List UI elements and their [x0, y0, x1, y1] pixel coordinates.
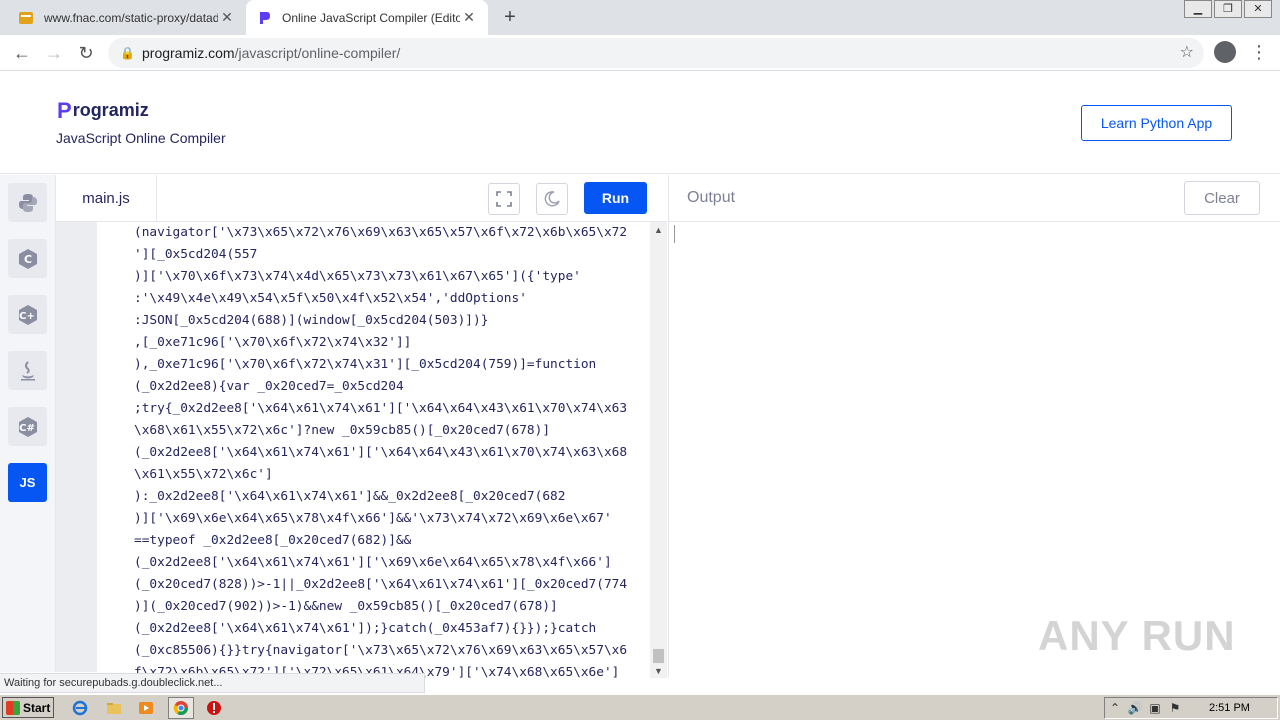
- dark-mode-moon-icon[interactable]: [536, 183, 568, 215]
- editor-scrollbar[interactable]: ▲ ▼: [650, 222, 667, 678]
- run-button[interactable]: Run: [584, 182, 647, 214]
- fullscreen-icon[interactable]: [488, 183, 520, 215]
- action-center-flag-icon[interactable]: ⚑: [1165, 701, 1185, 715]
- code-line: (_0x2d2ee8['\x64\x61\x74\x61']);}catch(_…: [134, 621, 597, 636]
- taskbar-clock: 2:51 PM: [1209, 702, 1250, 714]
- logo-mark: P: [57, 98, 72, 123]
- internet-explorer-icon[interactable]: [70, 698, 90, 718]
- start-label: Start: [23, 700, 51, 715]
- programiz-favicon-icon: [256, 10, 272, 26]
- editor-gutter: [56, 222, 97, 672]
- window-controls: ▁ ❐ ✕: [1182, 0, 1272, 18]
- url-domain: programiz.com: [142, 45, 235, 61]
- output-console[interactable]: [668, 222, 1280, 678]
- site-header: Programiz JavaScript Online Compiler Lea…: [0, 72, 1280, 174]
- browser-toolbar: ← → ↻ 🔒 programiz.com/javascript/online-…: [0, 35, 1280, 71]
- clear-button[interactable]: Clear: [1184, 181, 1260, 215]
- logo-text: rogramiz: [72, 100, 149, 120]
- code-line: (_0x2d2ee8['\x64\x61\x74\x61']['\x69\x6e…: [134, 555, 612, 570]
- windows-taskbar: Start ⌃ 🔊 ▣ ⚑ 2:51 PM: [0, 694, 1280, 720]
- close-tab-icon[interactable]: ✕: [460, 9, 478, 26]
- code-editor[interactable]: (navigator['\x73\x65\x72\x76\x69\x63\x65…: [97, 222, 650, 678]
- code-line: (_0x2d2ee8['\x64\x61\x74\x61']['\x64\x64…: [134, 445, 628, 460]
- anyrun-watermark: ANY RUN: [1038, 612, 1236, 659]
- scroll-up-arrow-icon[interactable]: ▲: [654, 225, 663, 235]
- address-bar[interactable]: 🔒 programiz.com/javascript/online-compil…: [108, 38, 1204, 68]
- code-line: ;try{_0x2d2ee8['\x64\x61\x74\x61']['\x64…: [134, 401, 628, 416]
- new-tab-button[interactable]: +: [498, 5, 522, 29]
- folder-icon[interactable]: [104, 698, 124, 718]
- back-arrow-icon[interactable]: ←: [10, 41, 34, 65]
- code-line: \x61\x55\x72\x6c']: [134, 467, 273, 482]
- code-line: ,[_0xe71c96['\x70\x6f\x72\x74\x32']]: [134, 335, 412, 350]
- java-icon[interactable]: [8, 351, 47, 390]
- code-line: )]['\x69\x6e\x64\x65\x78\x4f\x66']&&'\x7…: [134, 511, 612, 526]
- code-line: (_0x20ced7(828))>-1||_0x2d2ee8['\x64\x61…: [134, 577, 628, 592]
- browser-tab-programiz[interactable]: Online JavaScript Compiler (Editor) ✕: [246, 0, 488, 35]
- system-tray: ⌃ 🔊 ▣ ⚑ 2:51 PM: [1104, 697, 1278, 719]
- editor-header: main.js Run: [56, 175, 667, 222]
- code-line: (_0xc85506){}}try{navigator['\x73\x65\x7…: [134, 643, 628, 658]
- fnac-favicon-icon: [18, 10, 34, 26]
- file-tab-main-js[interactable]: main.js: [56, 175, 157, 221]
- restore-icon[interactable]: ❐: [1214, 0, 1242, 18]
- reload-icon[interactable]: ↻: [74, 41, 98, 65]
- code-line: (_0x2d2ee8){var _0x20ced7=_0x5cd204: [134, 379, 404, 394]
- python-icon[interactable]: [8, 183, 47, 222]
- forward-arrow-icon[interactable]: →: [42, 41, 66, 65]
- scrollbar-thumb[interactable]: [653, 649, 664, 663]
- windows-flag-icon: [6, 700, 20, 715]
- url-path: /javascript/online-compiler/: [234, 45, 401, 61]
- minimize-icon[interactable]: ▁: [1184, 0, 1212, 18]
- browser-status-bubble: Waiting for securepubads.g.doubleclick.n…: [0, 673, 425, 693]
- code-line: )](_0x20ced7(902))>-1)&&new _0x59cb85()[…: [134, 599, 558, 614]
- bookmark-star-icon[interactable]: ☆: [1180, 42, 1194, 62]
- close-tab-icon[interactable]: ✕: [218, 9, 236, 26]
- browser-tab-fnac[interactable]: www.fnac.com/static-proxy/datadom ✕: [8, 0, 246, 35]
- csharp-language-icon[interactable]: C#: [8, 407, 47, 446]
- code-line: (navigator['\x73\x65\x72\x76\x69\x63\x65…: [134, 225, 628, 240]
- javascript-language-icon[interactable]: JS: [8, 463, 47, 502]
- text-caret: [674, 225, 675, 243]
- code-line: :JSON[_0x5cd204(688)](window[_0x5cd204(5…: [134, 313, 489, 328]
- profile-avatar-icon[interactable]: [1214, 41, 1236, 63]
- svg-text:C#: C#: [19, 423, 35, 434]
- code-line: ):_0x2d2ee8['\x64\x61\x74\x61']&&_0x2d2e…: [134, 489, 566, 504]
- output-header: Output Clear: [668, 175, 1280, 222]
- browser-menu-icon[interactable]: ⋮: [1250, 41, 1268, 65]
- lock-icon: 🔒: [120, 46, 135, 60]
- learn-python-app-button[interactable]: Learn Python App: [1081, 105, 1232, 141]
- language-sidebar: C C+ C# JS: [0, 175, 56, 672]
- cpp-language-icon[interactable]: C+: [8, 295, 47, 334]
- media-player-icon[interactable]: [136, 698, 156, 718]
- tray-chevron-up-icon[interactable]: ⌃: [1105, 701, 1125, 715]
- chrome-icon[interactable]: [171, 698, 191, 718]
- scroll-down-arrow-icon[interactable]: ▼: [654, 666, 663, 676]
- code-line: ),_0xe71c96['\x70\x6f\x72\x74\x31'][_0x5…: [134, 357, 597, 372]
- page-subtitle: JavaScript Online Compiler: [56, 130, 226, 146]
- close-window-icon[interactable]: ✕: [1244, 0, 1272, 18]
- start-button[interactable]: Start: [2, 697, 54, 718]
- svg-text:C+: C+: [19, 311, 35, 322]
- network-icon[interactable]: ▣: [1145, 701, 1165, 715]
- stop-sign-icon[interactable]: [204, 698, 224, 718]
- volume-icon[interactable]: 🔊: [1125, 701, 1145, 715]
- tab-title: www.fnac.com/static-proxy/datadom: [44, 10, 218, 25]
- browser-tab-strip: www.fnac.com/static-proxy/datadom ✕ Onli…: [0, 0, 1280, 35]
- c-language-icon[interactable]: C: [8, 239, 47, 278]
- output-title: Output: [687, 189, 736, 206]
- code-line: )]['\x70\x6f\x73\x74\x4d\x65\x73\x73\x61…: [134, 269, 581, 284]
- tab-title: Online JavaScript Compiler (Editor): [282, 10, 460, 25]
- code-line: ==typeof _0x2d2ee8[_0x20ced7(682)]&&: [134, 533, 412, 548]
- svg-text:C: C: [23, 253, 31, 266]
- code-line: \x68\x61\x55\x72\x6c']?new _0x59cb85()[_…: [134, 423, 551, 438]
- code-line: :'\x49\x4e\x49\x54\x5f\x50\x4f\x52\x54',…: [134, 291, 527, 306]
- code-line: '][_0x5cd204(557: [134, 247, 258, 262]
- programiz-logo[interactable]: Programiz: [57, 98, 149, 123]
